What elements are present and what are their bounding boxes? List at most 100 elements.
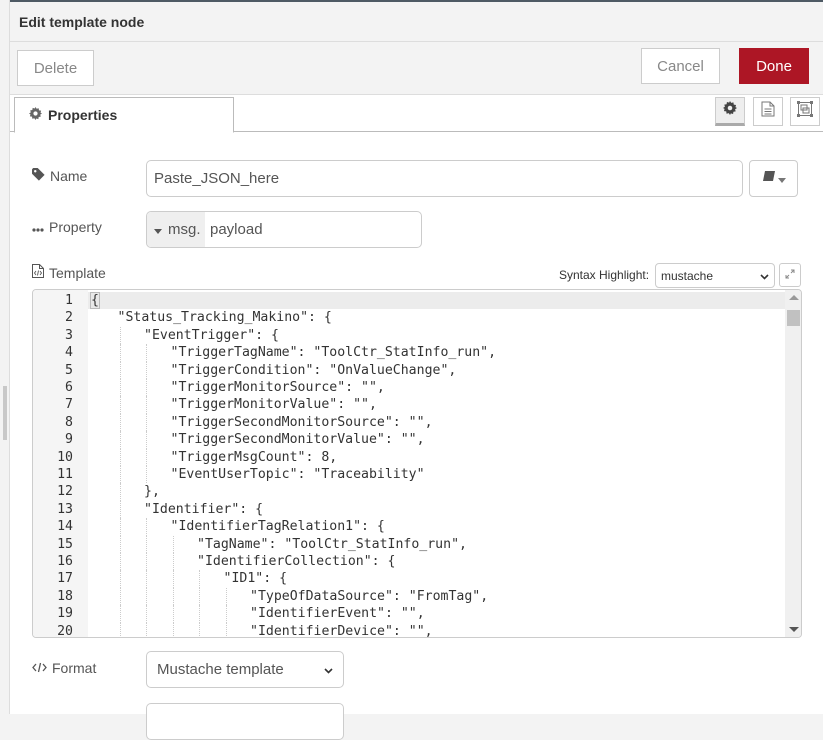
line-number: 7 bbox=[65, 397, 73, 413]
indent-guide bbox=[119, 413, 121, 432]
line-number: 4 bbox=[65, 345, 73, 361]
syntax-highlight-select[interactable]: mustache bbox=[655, 263, 775, 288]
scroll-thumb[interactable] bbox=[787, 310, 800, 326]
format-label: Format bbox=[32, 660, 96, 676]
code-line: "TriggerSecondMonitorSource": "", bbox=[170, 414, 433, 430]
name-label: Name bbox=[32, 168, 87, 184]
code-line: { bbox=[90, 292, 100, 309]
resize-handle[interactable] bbox=[3, 386, 7, 440]
property-label: Property bbox=[32, 219, 102, 235]
tray-header: Edit template node bbox=[10, 2, 823, 42]
code-area[interactable]: {"Status_Tracking_Makino": {"EventTrigge… bbox=[88, 290, 785, 637]
code-line: "TriggerTagName": "ToolCtr_StatInfo_run"… bbox=[170, 345, 497, 361]
indent-guide bbox=[172, 553, 174, 571]
indent-guide bbox=[119, 483, 121, 501]
indent-guide bbox=[146, 518, 147, 536]
matched-bracket: { bbox=[90, 292, 100, 309]
tab-description[interactable] bbox=[753, 97, 783, 126]
property-type-select[interactable]: msg. bbox=[147, 212, 205, 247]
indent-guide bbox=[172, 622, 174, 637]
tab-appearance[interactable] bbox=[790, 97, 820, 126]
indent-guide bbox=[119, 466, 121, 484]
indent-guide bbox=[119, 518, 121, 536]
indent-guide bbox=[119, 344, 121, 362]
indent-guide bbox=[119, 396, 121, 414]
scroll-down-arrow-icon[interactable] bbox=[789, 627, 799, 632]
code-line: "TriggerMonitorValue": "", bbox=[170, 397, 377, 413]
tab-settings[interactable] bbox=[715, 97, 745, 126]
indent-guide bbox=[119, 587, 121, 606]
code-line: "TriggerMonitorSource": "", bbox=[170, 380, 385, 395]
code-line: "IdentifierDevice": "", bbox=[250, 623, 433, 638]
indent-guide bbox=[199, 622, 200, 637]
line-number: 15 bbox=[57, 536, 73, 552]
description-icon bbox=[761, 101, 775, 122]
chevron-down-icon bbox=[324, 661, 333, 678]
chevron-down-icon bbox=[760, 269, 769, 283]
indent-guide bbox=[119, 553, 121, 571]
indent-guide bbox=[119, 622, 121, 637]
expand-icon bbox=[785, 266, 795, 284]
line-number: 5 bbox=[65, 362, 73, 378]
scroll-up-arrow-icon[interactable] bbox=[789, 295, 799, 300]
indent-guide bbox=[146, 361, 147, 379]
line-number: 17 bbox=[57, 571, 73, 587]
code-line: "EventUserTopic": "Traceability" bbox=[170, 467, 425, 482]
code-line: "TypeOfDataSource": "FromTag", bbox=[250, 588, 489, 604]
indent-guide bbox=[172, 605, 174, 623]
workspace-edge bbox=[0, 0, 10, 714]
code-line: "TriggerSecondMonitorValue": "", bbox=[170, 432, 425, 448]
indent-guide bbox=[146, 344, 147, 362]
line-number: 2 bbox=[65, 310, 73, 326]
format-select[interactable]: Mustache template bbox=[146, 651, 344, 688]
indent-guide bbox=[146, 379, 147, 397]
line-number: 3 bbox=[65, 327, 73, 343]
line-number: 20 bbox=[57, 623, 73, 638]
expand-editor-button[interactable] bbox=[779, 263, 801, 287]
code-icon bbox=[32, 660, 47, 676]
indent-guide bbox=[119, 605, 121, 623]
indent-guide bbox=[146, 413, 147, 432]
line-number: 11 bbox=[57, 467, 73, 482]
cancel-button[interactable]: Cancel bbox=[641, 48, 720, 84]
output-select[interactable] bbox=[146, 703, 344, 740]
template-editor[interactable]: 1 2 3 4 5 6 7 8 9 10 11 12 13 14 15 16 17 18 19 20 {"Status… bbox=[32, 289, 802, 638]
ellipsis-icon bbox=[32, 219, 44, 235]
template-label: Template bbox=[32, 264, 106, 281]
line-number: 19 bbox=[57, 606, 73, 622]
indent-guide bbox=[146, 553, 147, 571]
tab-properties-label: Properties bbox=[48, 107, 118, 123]
indent-guide bbox=[146, 466, 147, 484]
property-input[interactable]: msg. payload bbox=[146, 211, 422, 248]
indent-guide bbox=[172, 535, 174, 553]
line-number: 10 bbox=[57, 449, 73, 465]
code-line: }, bbox=[144, 484, 160, 500]
code-line: "Status_Tracking_Makino": { bbox=[117, 310, 332, 326]
code-line: "TriggerCondition": "OnValueChange", bbox=[170, 362, 457, 378]
code-line: "ID1": { bbox=[223, 571, 288, 587]
code-line: "TagName": "ToolCtr_StatInfo_run", bbox=[197, 536, 467, 552]
delete-button[interactable]: Delete bbox=[17, 50, 94, 86]
library-button[interactable] bbox=[749, 160, 798, 197]
name-input[interactable]: Paste_JSON_here bbox=[146, 160, 743, 197]
property-value: payload bbox=[210, 221, 263, 238]
indent-guide bbox=[146, 587, 147, 606]
indent-guide bbox=[225, 605, 227, 623]
tab-properties[interactable]: Properties bbox=[14, 97, 234, 133]
line-number: 16 bbox=[57, 554, 73, 569]
syntax-highlight-label: Syntax Highlight: bbox=[559, 268, 650, 282]
tag-icon bbox=[32, 168, 45, 184]
indent-guide bbox=[146, 570, 147, 588]
indent-guide bbox=[119, 326, 121, 345]
indent-guide bbox=[172, 587, 174, 606]
indent-guide bbox=[199, 605, 200, 623]
book-icon bbox=[762, 170, 775, 188]
line-number-gutter: 1 2 3 4 5 6 7 8 9 10 11 12 13 14 15 16 17 18 19 20 bbox=[33, 290, 88, 637]
edit-tray: Edit template node Delete Cancel Done Pr… bbox=[10, 2, 823, 740]
editor-scrollbar[interactable] bbox=[785, 290, 801, 637]
indent-guide bbox=[225, 587, 227, 606]
indent-guide bbox=[119, 361, 121, 379]
line-number: 9 bbox=[65, 432, 73, 448]
code-line: "IdentifierCollection": { bbox=[197, 554, 396, 569]
done-button[interactable]: Done bbox=[739, 48, 809, 84]
